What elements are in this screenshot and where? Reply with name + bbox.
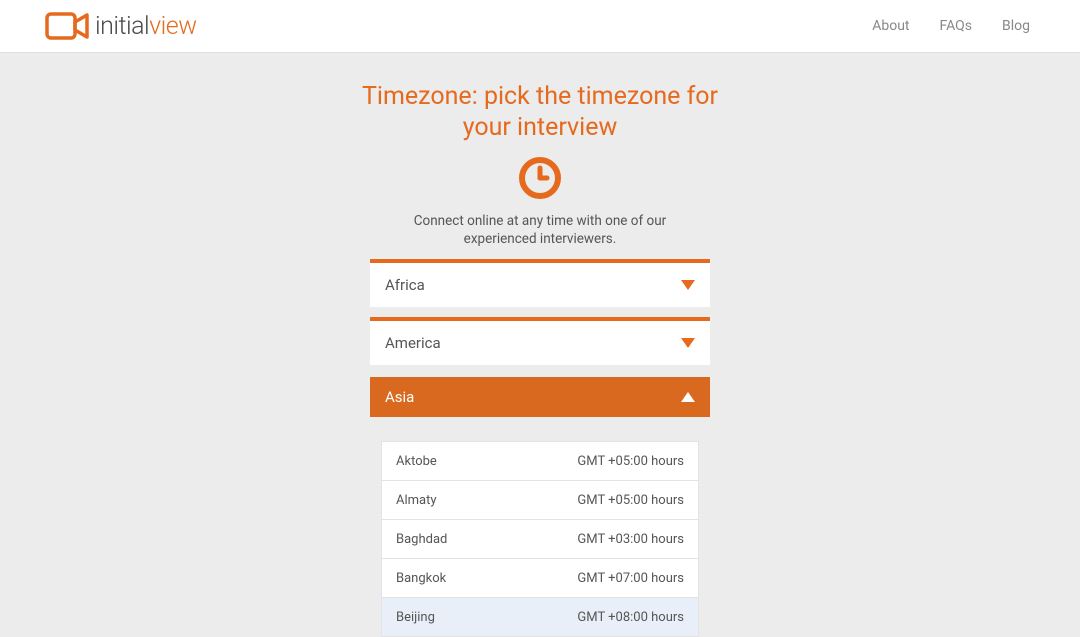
region-header-africa[interactable]: Africa — [370, 263, 710, 307]
chevron-down-icon — [681, 338, 695, 348]
timezone-city: Almaty — [396, 493, 437, 508]
logo[interactable]: initialview — [45, 12, 197, 41]
region-label: Asia — [385, 388, 414, 406]
timezone-row[interactable]: Bangkok GMT +07:00 hours — [382, 559, 698, 598]
region-header-asia[interactable]: Asia — [370, 377, 710, 417]
nav: About FAQs Blog — [872, 18, 1030, 34]
timezone-row[interactable]: Almaty GMT +05:00 hours — [382, 481, 698, 520]
timezone-list: Aktobe GMT +05:00 hours Almaty GMT +05:0… — [381, 441, 699, 637]
clock-icon — [516, 154, 564, 206]
page-subtitle: Connect online at any time with one of o… — [390, 212, 690, 250]
timezone-city: Baghdad — [396, 532, 447, 547]
nav-blog[interactable]: Blog — [1002, 18, 1030, 34]
chevron-down-icon — [681, 280, 695, 290]
camera-icon — [45, 12, 89, 40]
timezone-row[interactable]: Aktobe GMT +05:00 hours — [382, 442, 698, 481]
timezone-city: Aktobe — [396, 454, 437, 469]
logo-text-first: initial — [95, 12, 149, 41]
page-title: Timezone: pick the timezone for your int… — [360, 81, 720, 144]
main: Timezone: pick the timezone for your int… — [0, 53, 1080, 637]
nav-faqs[interactable]: FAQs — [940, 18, 973, 34]
clock-icon-wrap — [0, 154, 1080, 206]
region-header-america[interactable]: America — [370, 321, 710, 365]
header: initialview About FAQs Blog — [0, 0, 1080, 53]
timezone-offset: GMT +08:00 hours — [577, 610, 684, 625]
region-label: America — [385, 334, 441, 352]
region-asia: Asia Aktobe GMT +05:00 hours Almaty GMT … — [370, 377, 710, 637]
timezone-city: Beijing — [396, 610, 435, 625]
chevron-up-icon — [681, 392, 695, 402]
timezone-offset: GMT +07:00 hours — [577, 571, 684, 586]
timezone-offset: GMT +05:00 hours — [577, 493, 684, 508]
logo-text-second: view — [149, 12, 196, 41]
nav-about[interactable]: About — [872, 18, 909, 34]
timezone-city: Bangkok — [396, 571, 446, 586]
timezone-row[interactable]: Baghdad GMT +03:00 hours — [382, 520, 698, 559]
timezone-offset: GMT +05:00 hours — [577, 454, 684, 469]
region-list: Africa America Asia Aktobe GMT +05:00 ho… — [370, 259, 710, 637]
region-africa: Africa — [370, 259, 710, 307]
logo-text: initialview — [95, 12, 197, 41]
region-america: America — [370, 317, 710, 365]
timezone-offset: GMT +03:00 hours — [577, 532, 684, 547]
region-label: Africa — [385, 276, 425, 294]
